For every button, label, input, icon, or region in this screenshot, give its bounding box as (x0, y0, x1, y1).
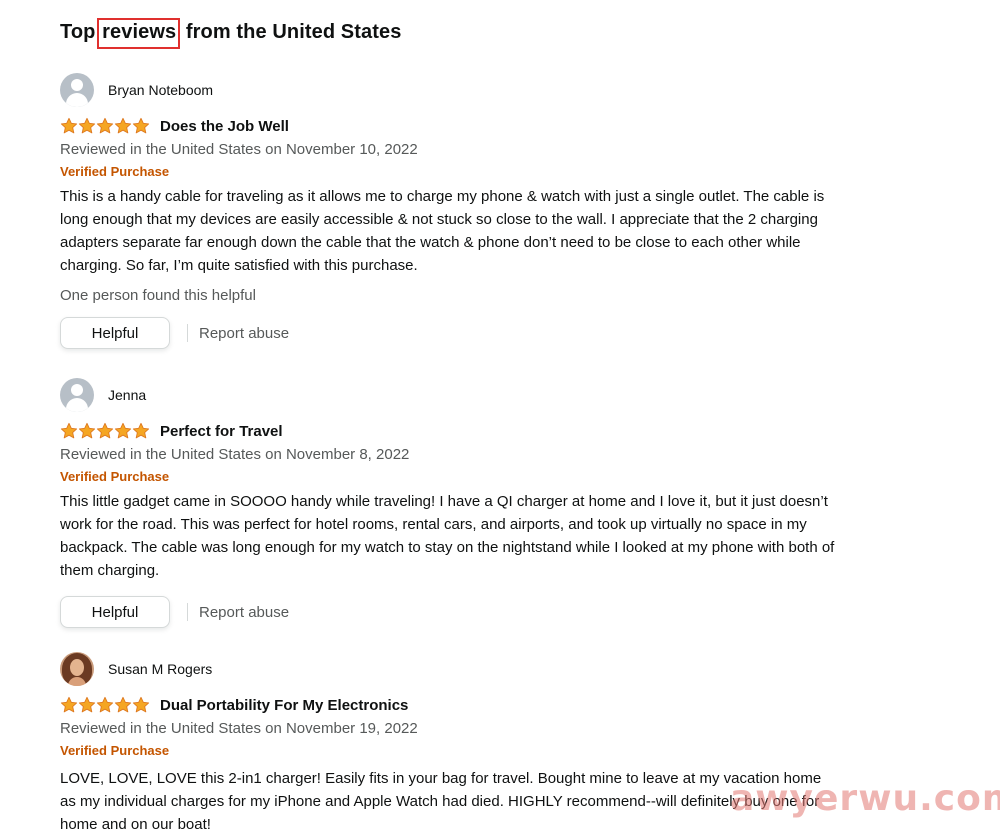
action-divider (187, 324, 188, 342)
verified-purchase-badge: Verified Purchase (60, 164, 170, 179)
star-icon (132, 117, 150, 134)
star-icon (60, 696, 78, 713)
user-photo-avatar-icon (60, 652, 94, 686)
star-icon (132, 422, 150, 439)
reviewer-name[interactable]: Jenna (108, 387, 146, 403)
reviewer-profile[interactable]: Jenna (60, 378, 840, 412)
section-title: Top reviews from the United States (60, 18, 401, 49)
action-divider (187, 603, 188, 621)
user-avatar-icon (60, 73, 94, 107)
review-title-row: Does the Job Well (60, 115, 840, 137)
verified-purchase-badge: Verified Purchase (60, 743, 170, 758)
report-abuse-link[interactable]: Report abuse (199, 325, 289, 342)
review-title[interactable]: Perfect for Travel (160, 423, 283, 440)
review-title-row: Perfect for Travel (60, 420, 840, 442)
helpful-count: One person found this helpful (60, 287, 256, 304)
review-date: Reviewed in the United States on Novembe… (60, 446, 410, 463)
review-title[interactable]: Dual Portability For My Electronics (160, 697, 408, 714)
star-icon (96, 696, 114, 713)
review-actions: Helpful Report abuse (60, 316, 840, 350)
reviewer-profile[interactable]: Bryan Noteboom (60, 73, 840, 107)
star-icon (96, 422, 114, 439)
review-card: Bryan Noteboom Does the Job Well Reviewe… (60, 73, 840, 350)
verified-purchase-badge: Verified Purchase (60, 469, 170, 484)
star-rating[interactable] (60, 422, 150, 440)
star-icon (132, 696, 150, 713)
star-icon (78, 422, 96, 439)
star-rating[interactable] (60, 117, 150, 135)
review-card: Jenna Perfect for Travel Reviewed in the… (60, 378, 840, 629)
user-avatar-icon (60, 378, 94, 412)
helpful-button[interactable]: Helpful (60, 596, 170, 628)
star-rating[interactable] (60, 696, 150, 714)
report-abuse-link[interactable]: Report abuse (199, 604, 289, 621)
reviewer-name[interactable]: Susan M Rogers (108, 661, 212, 677)
reviewer-profile[interactable]: Susan M Rogers (60, 652, 840, 686)
helpful-button[interactable]: Helpful (60, 317, 170, 349)
section-title-prefix: Top (60, 21, 102, 43)
section-title-suffix: from the United States (180, 21, 402, 43)
reviewer-name[interactable]: Bryan Noteboom (108, 82, 213, 98)
watermark: awyerwu.com (730, 778, 1000, 819)
review-body: LOVE, LOVE, LOVE this 2-in1 charger! Eas… (60, 770, 822, 833)
star-icon (96, 117, 114, 134)
star-icon (114, 117, 132, 134)
review-body: This is a handy cable for traveling as i… (60, 188, 825, 274)
section-title-highlight: reviews (97, 18, 181, 49)
review-title-row: Dual Portability For My Electronics (60, 694, 840, 716)
star-icon (78, 117, 96, 134)
star-icon (60, 117, 78, 134)
review-card: Susan M Rogers Dual Portability For My E… (60, 652, 840, 836)
star-icon (60, 422, 78, 439)
review-actions: Helpful Report abuse (60, 595, 840, 629)
reviews-page: Top reviews from the United States Bryan… (0, 0, 1000, 836)
review-date: Reviewed in the United States on Novembe… (60, 141, 418, 158)
review-body: This little gadget came in SOOOO handy w… (60, 493, 835, 579)
star-icon (114, 696, 132, 713)
star-icon (114, 422, 132, 439)
star-icon (78, 696, 96, 713)
review-title[interactable]: Does the Job Well (160, 118, 289, 135)
review-date: Reviewed in the United States on Novembe… (60, 720, 418, 737)
